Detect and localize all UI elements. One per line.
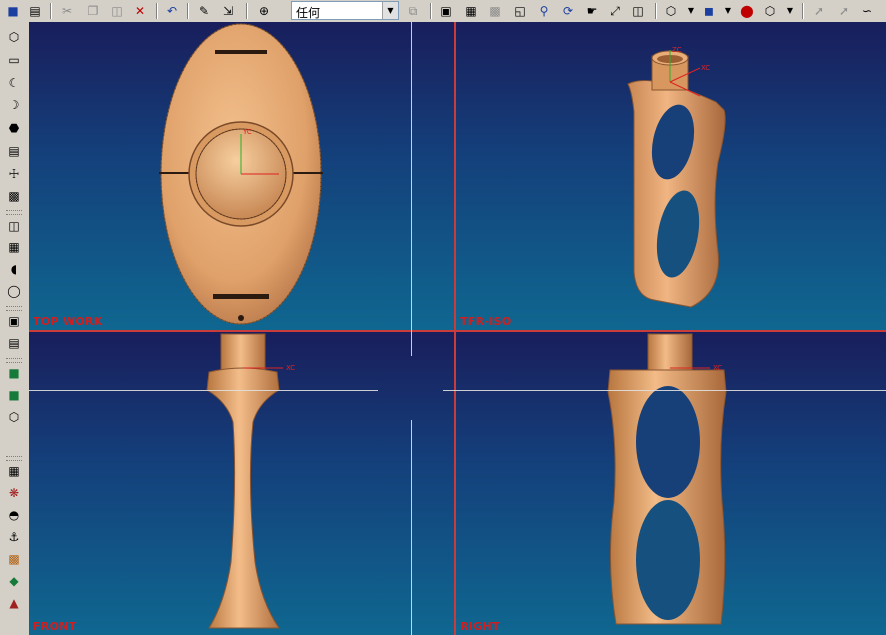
xc-axis-label: XC	[713, 364, 722, 372]
chevron-down-icon[interactable]: ▼	[719, 2, 737, 20]
viewport-top-work[interactable]: YC TOP WORK	[29, 22, 454, 330]
yc-axis-label: YC	[242, 128, 252, 136]
intersect-icon[interactable]: ◓	[5, 506, 23, 524]
viewport-divider-horizontal	[29, 330, 886, 332]
line-icon[interactable]: ➚	[810, 2, 828, 20]
layer-icon[interactable]: ⬡	[761, 2, 779, 20]
graphics-window[interactable]: YC TOP WORK ZC XC TFR-ISO XC FRONT XC RI…	[29, 22, 886, 635]
chevron-down-icon[interactable]: ▼	[682, 2, 700, 20]
viewport-label: TOP WORK	[33, 315, 103, 328]
orient-view-icon[interactable]: ⤢	[606, 2, 624, 20]
paste-icon[interactable]: ◫	[108, 2, 126, 20]
main-toolbar: ■ ▤ ✂ ❐ ◫ ✕ ↶ ✎ ⇲ ⊕ 任何 ▼ ⧉ ▣ ▦ ▩ ◱ ⚲ ⟳ ☛…	[0, 0, 886, 23]
zoom-fit-icon[interactable]: ◱	[511, 2, 529, 20]
copy-icon[interactable]: ❐	[84, 2, 102, 20]
blend-icon[interactable]: ▣	[5, 312, 23, 330]
front-view-model: XC	[206, 333, 295, 629]
boss-icon[interactable]: ▩	[5, 187, 23, 205]
undo-icon[interactable]: ↶	[163, 2, 181, 20]
viewport-divider-vertical	[454, 22, 456, 635]
zc-axis-label: ZC	[672, 46, 682, 54]
crosshair-horizontal	[443, 390, 886, 391]
feature-toolbar: ⬡ ▭ ☾ ☽ ⬣ ▤ ☩ ▩ ◫ ▦ ◖ ◯ ▣ ▤ ■ ■ ⬡ ▦ ❋ ◓ …	[0, 22, 30, 635]
split-body-icon[interactable]: ▩	[5, 550, 23, 568]
cut-icon[interactable]: ✂	[58, 2, 76, 20]
select-all-icon[interactable]: ⧉	[404, 2, 422, 20]
right-view-model: XC	[607, 333, 727, 625]
shaded-icon[interactable]: ⬡	[662, 2, 680, 20]
print-icon[interactable]: ▤	[26, 2, 44, 20]
slot-icon[interactable]: ◖	[5, 260, 23, 278]
shell-icon[interactable]: ■	[5, 364, 23, 382]
unite-icon[interactable]: ▦	[5, 462, 23, 480]
cone-icon[interactable]: ☾	[5, 74, 23, 92]
block-icon[interactable]: ⬡	[5, 28, 23, 46]
groove-icon[interactable]: ◯	[5, 282, 23, 300]
thicken-icon[interactable]: ⬡	[5, 408, 23, 426]
sew-icon[interactable]: ◆	[5, 572, 23, 590]
offset-face-icon[interactable]: ▲	[5, 594, 23, 612]
edit-object-icon[interactable]: ✎	[195, 2, 213, 20]
render-style-icon[interactable]: ◼	[700, 2, 718, 20]
spline-icon[interactable]: ∽	[858, 2, 876, 20]
snap-point-icon[interactable]: ⊕	[255, 2, 273, 20]
chevron-down-icon[interactable]: ▼	[781, 2, 799, 20]
xc-axis-label: XC	[286, 364, 295, 372]
draft-icon[interactable]: ■	[5, 386, 23, 404]
zoom-window-icon[interactable]: ▦	[462, 2, 480, 20]
delete-icon[interactable]: ✕	[131, 2, 149, 20]
viewport-right[interactable]: XC RIGHT	[456, 332, 886, 635]
sphere-icon[interactable]: ☽	[5, 96, 23, 114]
crosshair-vertical	[411, 420, 412, 635]
iso-view-model: ZC XC	[627, 46, 726, 308]
viewport-tfr-iso[interactable]: ZC XC TFR-ISO	[456, 22, 886, 330]
viewport-label: TFR-ISO	[460, 315, 512, 328]
hole-icon[interactable]: ☩	[5, 165, 23, 183]
top-view-model: YC	[159, 23, 323, 325]
viewport-label: RIGHT	[460, 620, 500, 633]
transform-icon[interactable]: ⇲	[219, 2, 237, 20]
cylinder-icon[interactable]: ▭	[5, 51, 23, 69]
selection-filter-dropdown[interactable]: 任何 ▼	[291, 1, 399, 20]
revolve-icon[interactable]: ▤	[5, 142, 23, 160]
material-icon[interactable]: ⬤	[738, 2, 756, 20]
crosshair-vertical	[411, 22, 412, 356]
zoom-area-icon[interactable]: ▩	[486, 2, 504, 20]
pocket-icon[interactable]: ◫	[5, 217, 23, 235]
chamfer-icon[interactable]: ▤	[5, 334, 23, 352]
chevron-down-icon[interactable]: ▼	[382, 2, 398, 19]
xc-axis-label: XC	[701, 64, 710, 72]
crosshair-horizontal	[29, 390, 378, 391]
viewport-front[interactable]: XC FRONT	[29, 332, 454, 635]
viewport-label: FRONT	[33, 620, 77, 633]
trim-body-icon[interactable]: ⚓	[5, 528, 23, 546]
extrude-icon[interactable]: ⬣	[5, 119, 23, 137]
rotate-view-icon[interactable]: ⟳	[559, 2, 577, 20]
selection-filter-value: 任何	[296, 6, 321, 20]
fit-view-icon[interactable]: ▣	[437, 2, 455, 20]
save-icon[interactable]: ■	[4, 2, 22, 20]
subtract-icon[interactable]: ❋	[5, 484, 23, 502]
pan-icon[interactable]: ☛	[583, 2, 601, 20]
curve-icon[interactable]: ➚	[835, 2, 853, 20]
wcs-icon[interactable]: ◫	[629, 2, 647, 20]
pad-icon[interactable]: ▦	[5, 238, 23, 256]
zoom-icon[interactable]: ⚲	[535, 2, 553, 20]
